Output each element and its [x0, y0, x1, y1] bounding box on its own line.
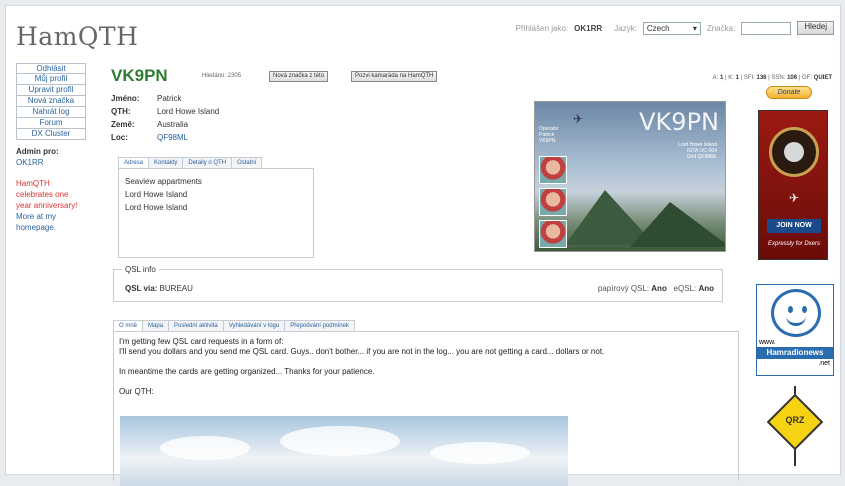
qrz-ad[interactable]: QRZ: [760, 384, 830, 476]
about-paragraph: I'll send you dollars and you send me QS…: [119, 347, 605, 356]
anniversary-notice: HamQTH celebrates one year anniversary! …: [16, 178, 86, 233]
ad-site-name: Hamradionews: [757, 347, 833, 359]
address-panel: Seaview appartments Lord Howe Island Lor…: [118, 168, 314, 258]
callsign-search-input[interactable]: [741, 21, 792, 35]
about-panel: I'm getting few QSL card requests in a f…: [113, 331, 739, 486]
admin-callsign-link[interactable]: OK1RR: [16, 158, 44, 167]
hamradionews-ad[interactable]: www. Hamradionews .net: [756, 284, 834, 376]
invite-friend-button[interactable]: Pozvi kamaráda na HamQTH: [351, 71, 438, 82]
mountain-shape: [630, 202, 725, 247]
admin-block: Admin pro: OK1RR: [16, 146, 86, 168]
about-paragraph: In meantime the cards are getting organi…: [119, 367, 375, 376]
chevron-down-icon: ▾: [692, 23, 697, 33]
airplane-icon: ✈: [573, 112, 584, 126]
operator-photo: [539, 220, 567, 248]
field-locator: Loc: QF98ML: [111, 131, 189, 144]
qsl-methods: papírový QSL: Ano eQSL: Ano: [597, 284, 714, 293]
sidebar-item-new-callsign[interactable]: Nová značka: [16, 96, 86, 107]
tab-address[interactable]: Adresa: [118, 157, 150, 168]
qrz-label: QRZ: [785, 415, 805, 425]
sidebar: Odhlásit Můj profil Upravit profil Nová …: [16, 63, 86, 233]
dx-coffee-ad[interactable]: ✈ JOIN NOW Expressly for Dxers: [758, 110, 828, 260]
anniversary-text: HamQTH celebrates one year anniversary!: [16, 179, 78, 210]
smiley-headphones-icon: [771, 289, 821, 337]
qsl-via: QSL via: BUREAU: [125, 284, 193, 293]
address-tabs: Adresa Kontakty Detaily o QTH Ostatní: [118, 157, 263, 168]
operator-photo: [539, 156, 567, 184]
logged-user: OK1RR: [574, 23, 603, 33]
donate-button[interactable]: Donate: [766, 86, 812, 99]
lang-label: Jazyk:: [614, 23, 637, 33]
search-count: Hledáno: 2305: [202, 73, 242, 79]
new-callsign-from-this-button[interactable]: Nová značka z této: [269, 71, 329, 82]
field-country: Země: Australia: [111, 120, 189, 129]
coffee-logo-icon: [769, 127, 819, 177]
qsl-side-text: Operator Patrick VK9PN: [539, 126, 559, 144]
header-bar: Přihlášen jako: OK1RR Jazyk: Czech ▾ Zna…: [516, 20, 834, 36]
language-select[interactable]: Czech ▾: [642, 21, 701, 35]
field-name: Jméno: Patrick: [111, 94, 182, 103]
sidebar-item-upload-log[interactable]: Nahrát log: [16, 107, 86, 118]
join-now-button[interactable]: JOIN NOW: [767, 219, 821, 233]
admin-label: Admin pro:: [16, 147, 59, 156]
ad-tld: .net: [818, 360, 830, 367]
profile-fields: Jméno: Patrick QTH: Lord Howe Island Země:…: [111, 92, 219, 144]
page: HamQTH Přihlášen jako: OK1RR Jazyk: Czec…: [5, 5, 841, 486]
tab-conditions[interactable]: Přepodvání podmínek: [284, 320, 355, 331]
airplane-icon: ✈: [789, 191, 800, 205]
locator-link[interactable]: QF98ML: [157, 131, 188, 144]
homepage-link[interactable]: More at my homepage.: [16, 212, 56, 232]
operator-photo: [539, 188, 567, 216]
qsl-info-title: QSL info: [122, 265, 159, 274]
tab-last-activity[interactable]: Poslední aktivita: [168, 320, 224, 331]
about-tabs: O mně Mapa Poslední aktivita Vyhledávání…: [113, 320, 355, 331]
callsign-title: VK9PN: [111, 66, 168, 85]
tab-contacts[interactable]: Kontakty: [148, 157, 184, 168]
tab-map[interactable]: Mapa: [142, 320, 170, 331]
ad-www: www.: [759, 339, 776, 346]
search-button[interactable]: Hledej: [797, 21, 834, 35]
about-paragraph: Our QTH:: [119, 387, 154, 396]
propagation-info: A: 1 | K: 1 | SFI: 136 | SSN: 106 | GF: …: [712, 75, 832, 81]
qsl-card-image: ✈ Operator Patrick VK9PN VK9PN Lord Howe…: [534, 101, 726, 252]
language-value: Czech: [646, 23, 670, 33]
site-logo[interactable]: HamQTH: [16, 22, 138, 51]
about-paragraph: I'm getting few QSL card requests in a f…: [119, 337, 284, 346]
search-label: Značka:: [706, 23, 736, 33]
tab-qth-details[interactable]: Detaily o QTH: [182, 157, 233, 168]
sidebar-item-my-profile[interactable]: Můj profil: [16, 74, 86, 85]
tab-other[interactable]: Ostatní: [231, 157, 263, 168]
qth-photo: [120, 416, 568, 486]
ad-tagline: Expressly for Dxers: [767, 241, 820, 247]
address-line: Seaview appartments: [125, 177, 202, 186]
sidebar-item-logout[interactable]: Odhlásit: [16, 63, 86, 74]
address-line: Lord Howe Island: [125, 203, 188, 212]
address-line: Lord Howe Island: [125, 190, 188, 199]
qsl-info-panel: QSL info QSL via: BUREAU papírový QSL: A…: [113, 265, 723, 302]
tab-about-me[interactable]: O mně: [113, 320, 144, 331]
field-qth: QTH: Lord Howe Island: [111, 107, 220, 116]
sidebar-item-edit-profile[interactable]: Upravit profil: [16, 85, 86, 96]
sidebar-item-forum[interactable]: Forum: [16, 118, 86, 129]
sidebar-item-dx-cluster[interactable]: DX Cluster: [16, 129, 86, 140]
qsl-card-text: Lord Howe Island IOTA OC-004 Grid QF98ML: [678, 142, 717, 160]
qsl-card-callsign: VK9PN: [639, 108, 719, 136]
tab-log-search[interactable]: Vyhledávání v logu: [222, 320, 286, 331]
logged-label: Přihlášen jako:: [515, 23, 569, 33]
